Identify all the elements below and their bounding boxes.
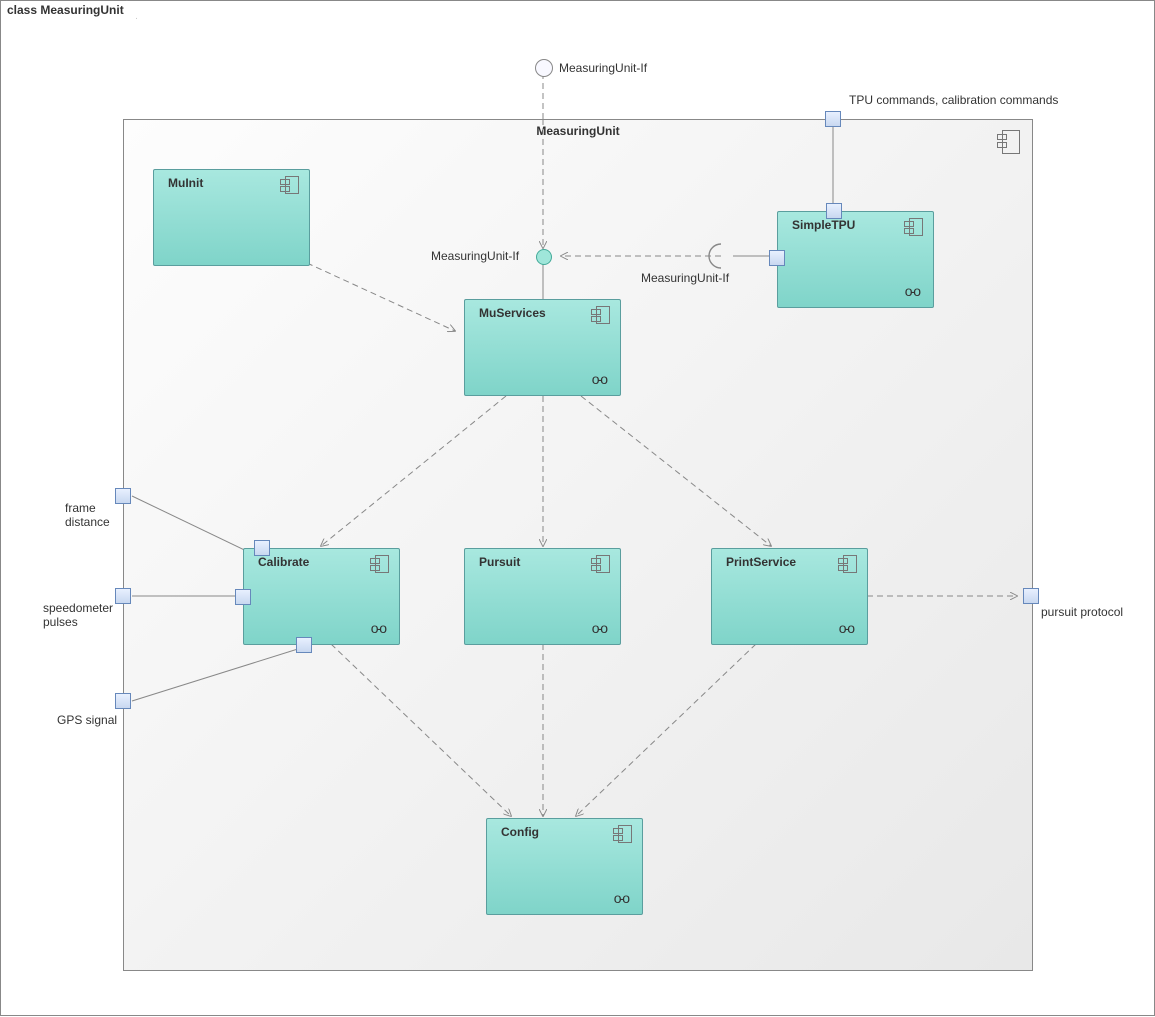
component-icon: [618, 825, 632, 843]
component-title: Config: [501, 825, 539, 839]
port-tpu-commands-label: TPU commands, calibration commands: [849, 93, 1058, 107]
component-icon: [909, 218, 923, 236]
glasses-icon: o-o: [905, 283, 919, 299]
port-frame-distance[interactable]: [115, 488, 131, 504]
socket-label: MeasuringUnit-If: [641, 271, 729, 285]
port-gps-signal-label: GPS signal: [57, 713, 117, 727]
port-calibrate-top[interactable]: [254, 540, 270, 556]
diagram-title: class MeasuringUnit: [7, 3, 124, 17]
glasses-icon: o-o: [371, 620, 385, 636]
port-gps-signal[interactable]: [115, 693, 131, 709]
component-title: Calibrate: [258, 555, 309, 569]
component-title: MuServices: [479, 306, 546, 320]
component-icon: [596, 555, 610, 573]
port-speedometer-pulses-label: speedometer pulses: [43, 601, 113, 629]
port-pursuit-protocol-label: pursuit protocol: [1041, 605, 1123, 619]
component-title: Pursuit: [479, 555, 520, 569]
component-icon: [596, 306, 610, 324]
ball-interface: [536, 249, 552, 265]
component-icon: [1002, 130, 1020, 154]
interface-top-label: MeasuringUnit-If: [559, 61, 647, 75]
component-icon: [375, 555, 389, 573]
port-pursuit-protocol[interactable]: [1023, 588, 1039, 604]
glasses-icon: o-o: [592, 620, 606, 636]
component-calibrate[interactable]: Calibrate o-o: [243, 548, 400, 645]
port-speedometer-pulses[interactable]: [115, 588, 131, 604]
ball-label: MeasuringUnit-If: [431, 249, 519, 263]
component-muinit[interactable]: MuInit: [153, 169, 310, 266]
component-icon: [285, 176, 299, 194]
component-muservices[interactable]: MuServices o-o: [464, 299, 621, 396]
component-title: SimpleTPU: [792, 218, 855, 232]
lollipop-outer-circle: [535, 59, 553, 77]
port-simpletpu-left[interactable]: [769, 250, 785, 266]
component-icon: [843, 555, 857, 573]
component-pursuit[interactable]: Pursuit o-o: [464, 548, 621, 645]
port-calibrate-bottom[interactable]: [296, 637, 312, 653]
component-simpletpu[interactable]: SimpleTPU o-o: [777, 211, 934, 308]
port-tpu-commands[interactable]: [825, 111, 841, 127]
diagram-title-tab: class MeasuringUnit: [0, 0, 137, 19]
component-title: MuInit: [168, 176, 203, 190]
port-calibrate-left[interactable]: [235, 589, 251, 605]
glasses-icon: o-o: [614, 890, 628, 906]
port-frame-distance-label: frame distance: [65, 501, 110, 529]
frame-title: MeasuringUnit: [536, 124, 619, 138]
component-config[interactable]: Config o-o: [486, 818, 643, 915]
diagram-frame: class MeasuringUnit MeasuringUnit: [0, 0, 1155, 1016]
glasses-icon: o-o: [592, 371, 606, 387]
glasses-icon: o-o: [839, 620, 853, 636]
component-printservice[interactable]: PrintService o-o: [711, 548, 868, 645]
component-title: PrintService: [726, 555, 796, 569]
port-simpletpu-top[interactable]: [826, 203, 842, 219]
